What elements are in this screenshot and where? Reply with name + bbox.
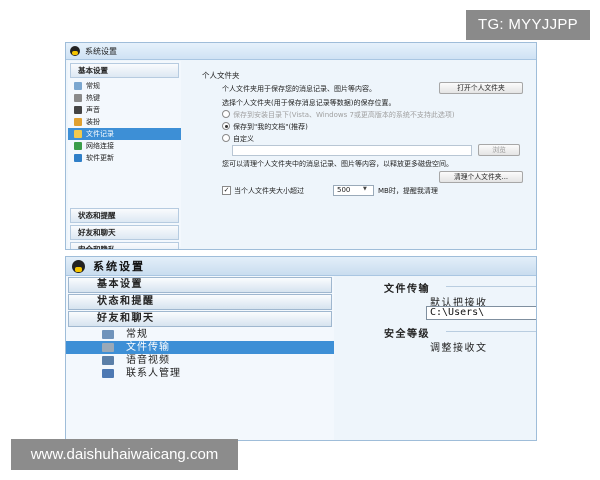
category-basic[interactable]: 基本设置 — [70, 63, 179, 78]
choose-location-label: 选择个人文件夹(用于保存消息记录等数据)的保存位置。 — [222, 99, 396, 107]
sidebar-item-label: 装扮 — [86, 118, 100, 126]
sidebar-item-label: 热键 — [86, 94, 100, 102]
sidebar-item[interactable]: 声音 — [68, 104, 181, 116]
window-titlebar: 系统设置 — [66, 257, 536, 276]
sidebar-item-label: 常规 — [126, 329, 148, 340]
sidebar-item[interactable]: 联系人管理 — [66, 367, 334, 380]
app-logo-icon — [72, 259, 85, 273]
watermark-bottom: www.daishuhaiwaicang.com — [11, 439, 238, 470]
network-icon — [74, 142, 82, 150]
sidebar-item-label: 声音 — [86, 106, 100, 114]
contacts-icon — [102, 369, 114, 378]
clear-folder-button[interactable]: 清理个人文件夹... — [439, 171, 523, 183]
app-logo-icon — [70, 46, 80, 56]
settings-sidebar: 基本设置 常规热键声音装扮文件记录网络连接软件更新 状态和提醒 好友和聊天 安全… — [68, 61, 181, 249]
folder-icon — [74, 130, 82, 138]
sidebar-item-label: 软件更新 — [86, 154, 114, 162]
settings-window-bottom: 系统设置 基本设置 状态和提醒 好友和聊天 常规 文件传输 语音视频 联系人管理 文件… — [65, 256, 537, 441]
sidebar-item-label: 联系人管理 — [126, 368, 181, 379]
size-limit-input[interactable]: 500 — [333, 185, 374, 196]
radio-button[interactable] — [222, 110, 230, 118]
section-divider — [446, 286, 536, 287]
category-friends[interactable]: 好友和聊天 — [68, 311, 332, 327]
sidebar-item[interactable]: 常规 — [66, 328, 334, 341]
update-icon — [74, 154, 82, 162]
sidebar-item-label: 语音视频 — [126, 355, 170, 366]
watermark-top: TG: MYYJJPP — [466, 10, 590, 40]
file-transfer-panel: 文件传输 默认把接收 C:\Users\ 安全等级 调整接收文 — [384, 276, 536, 440]
category-basic[interactable]: 基本设置 — [68, 277, 332, 293]
size-reminder-suffix: MB时，提醒我清理 — [378, 187, 438, 195]
paint-icon — [74, 118, 82, 126]
radio-my-documents[interactable]: 保存到"我的文档"(推荐) — [222, 122, 308, 132]
radio-install-dir[interactable]: 保存到安装目录下(Vista、Windows 7或更高版本的系统不支持此选项) — [222, 110, 455, 120]
settings-icon — [74, 82, 82, 90]
sidebar-item[interactable]: 软件更新 — [68, 152, 181, 164]
sidebar-item-label: 网络连接 — [86, 142, 114, 150]
section-file-transfer: 文件传输 — [384, 284, 430, 295]
sidebar-item-label: 文件记录 — [86, 130, 114, 138]
settings-icon — [102, 330, 114, 339]
category-status[interactable]: 状态和提醒 — [68, 294, 332, 310]
speaker-icon — [74, 106, 82, 114]
sidebar-item[interactable]: 文件记录 — [68, 128, 181, 140]
size-reminder-checkbox[interactable]: ✓ — [222, 185, 231, 195]
settings-window-top: 系统设置 基本设置 常规热键声音装扮文件记录网络连接软件更新 状态和提醒 好友和… — [65, 42, 537, 250]
custom-path-input[interactable] — [232, 145, 472, 156]
radio-button-selected[interactable] — [222, 122, 230, 130]
sidebar-item[interactable]: 常规 — [68, 80, 181, 92]
open-folder-button[interactable]: 打开个人文件夹 — [439, 82, 523, 94]
file-transfer-icon — [102, 343, 114, 352]
video-icon — [102, 356, 114, 365]
window-title: 系统设置 — [85, 46, 117, 56]
keyboard-icon — [74, 94, 82, 102]
category-security[interactable]: 安全和隐私 — [70, 242, 179, 249]
sidebar-item[interactable]: 装扮 — [68, 116, 181, 128]
radio-custom[interactable]: 自定义 — [222, 134, 254, 144]
section-divider — [446, 331, 536, 332]
clear-desc: 您可以清理个人文件夹中的消息记录、图片等内容，以释放更多磁盘空间。 — [222, 160, 453, 168]
browse-button[interactable]: 浏览 — [478, 144, 520, 156]
sidebar-item[interactable]: 文件传输 — [66, 341, 334, 354]
size-reminder-row: ✓ 当个人文件夹大小超过 — [222, 185, 304, 195]
receive-path-field[interactable]: C:\Users\ — [426, 306, 536, 320]
section-title: 个人文件夹 — [202, 71, 240, 80]
settings-sidebar: 基本设置 状态和提醒 好友和聊天 常规文件传输语音视频联系人管理 — [66, 276, 334, 440]
category-status[interactable]: 状态和提醒 — [70, 208, 179, 223]
radio-button[interactable] — [222, 134, 230, 142]
sidebar-item[interactable]: 网络连接 — [68, 140, 181, 152]
spinner-arrow-icon[interactable]: ▼ — [363, 186, 367, 192]
window-title: 系统设置 — [93, 260, 145, 273]
sidebar-item[interactable]: 语音视频 — [66, 354, 334, 367]
category-friends[interactable]: 好友和聊天 — [70, 225, 179, 240]
sidebar-item-label: 文件传输 — [126, 342, 170, 353]
adjust-receive-label: 调整接收文 — [430, 343, 488, 354]
window-titlebar: 系统设置 — [66, 43, 536, 60]
folder-desc: 个人文件夹用于保存您的消息记录、图片等内容。 — [222, 85, 376, 93]
sidebar-item[interactable]: 热键 — [68, 92, 181, 104]
section-security-level: 安全等级 — [384, 329, 430, 340]
sidebar-item-label: 常规 — [86, 82, 100, 90]
